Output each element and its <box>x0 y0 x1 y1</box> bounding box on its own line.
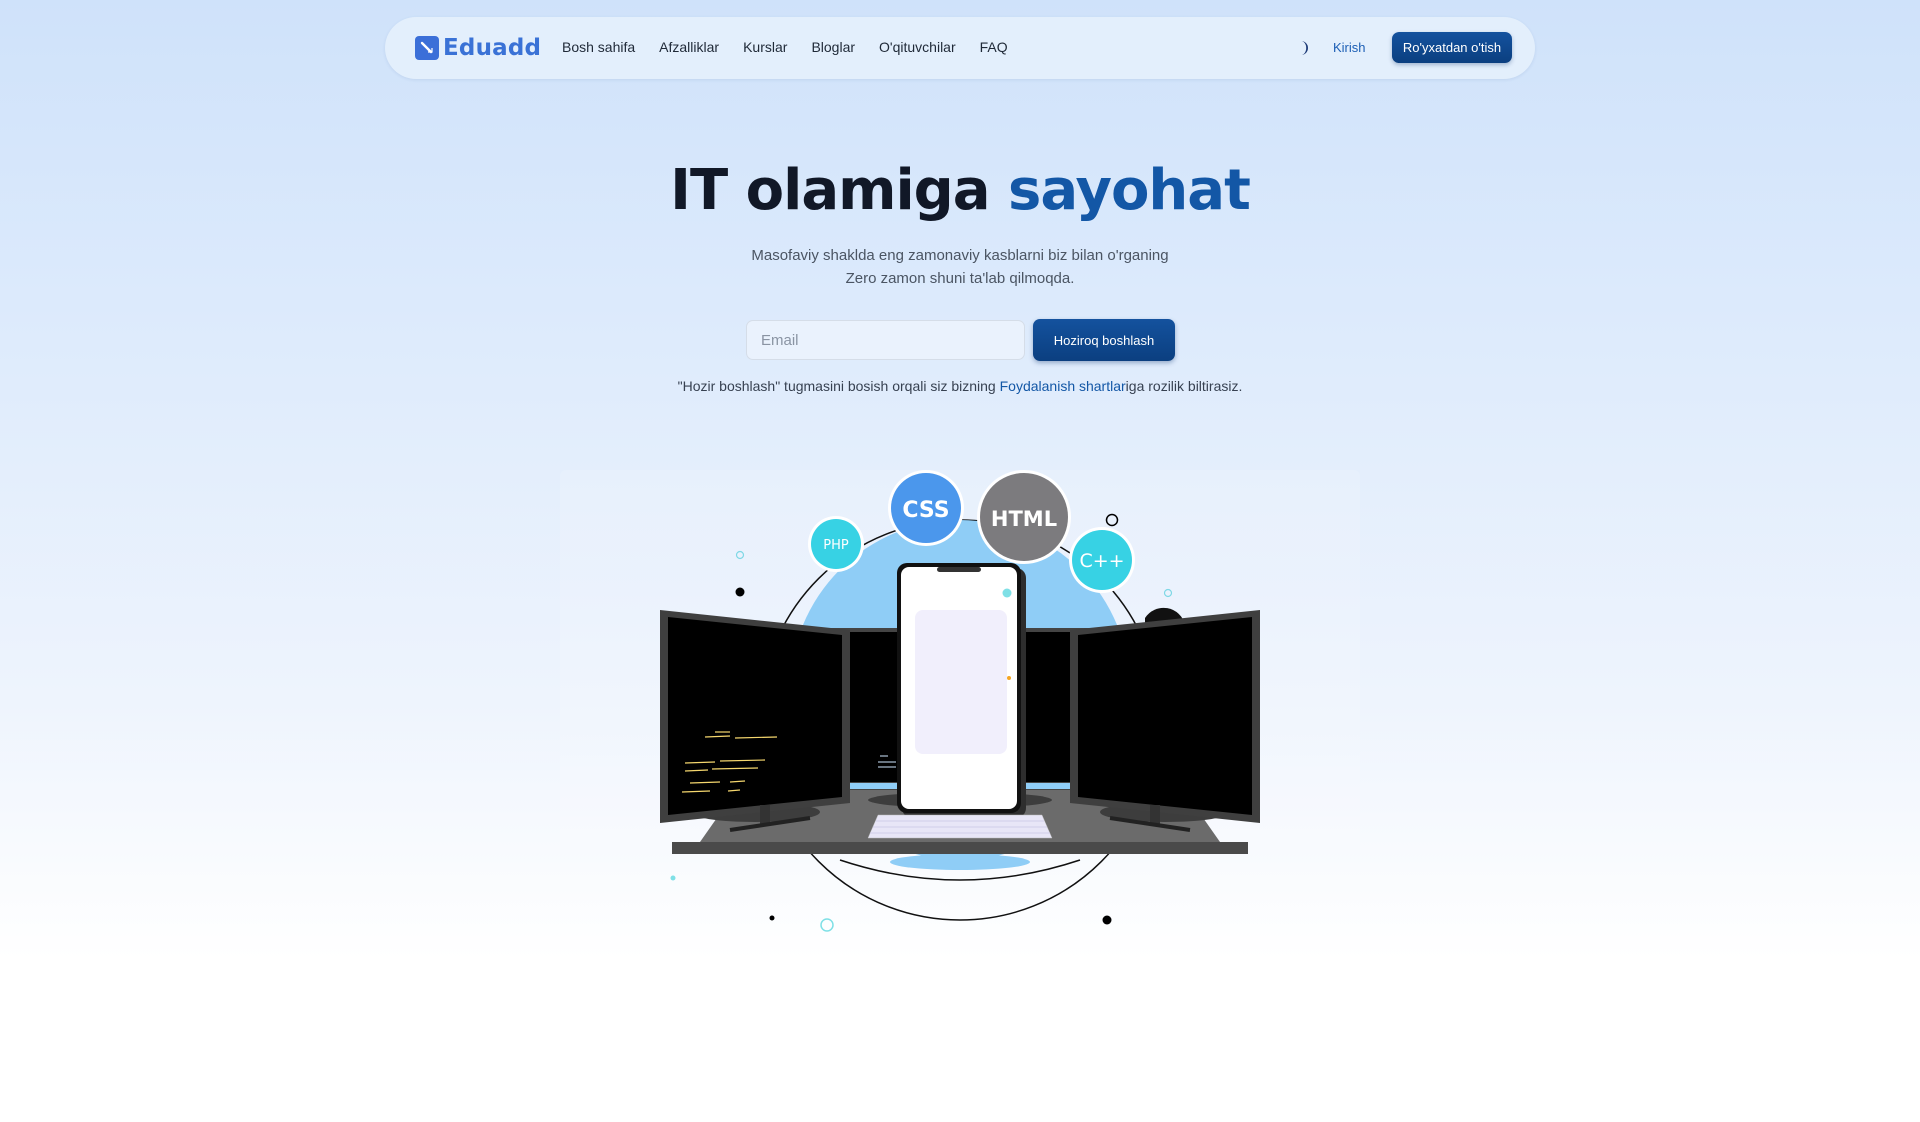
nav-link-blogs[interactable]: Bloglar <box>811 39 855 55</box>
moon-icon[interactable] <box>1293 38 1313 58</box>
hero-subtitle-line2: Zero zamon shuni ta'lab qilmoqda. <box>845 270 1075 287</box>
decor-dot <box>1105 513 1119 527</box>
phone-notch <box>937 567 981 572</box>
register-button[interactable]: Ro'yxatdan o'tish <box>1392 32 1512 63</box>
phone-dot <box>1007 676 1011 680</box>
hero-title-main: IT olamiga <box>670 158 1009 223</box>
logo-text: Eduadd <box>443 35 542 61</box>
html-bubble-label: HTML <box>991 507 1057 531</box>
decor-dot <box>1102 915 1112 925</box>
decor-dot <box>769 915 775 921</box>
desk-reflection <box>890 854 1030 870</box>
cpp-bubble-label: C++ <box>1079 550 1124 572</box>
hero-title: IT olamiga sayohat <box>0 158 1920 223</box>
nav-link-features[interactable]: Afzalliklar <box>659 39 719 55</box>
email-input[interactable] <box>746 320 1025 360</box>
keyboard <box>867 814 1053 839</box>
css-bubble: CSS <box>888 470 964 546</box>
php-bubble: PHP <box>808 516 864 572</box>
decor-dot <box>670 875 676 881</box>
php-bubble-label: PHP <box>823 538 849 553</box>
hero-subtitle: Masofaviy shaklda eng zamonaviy kasblarn… <box>0 244 1920 290</box>
right-monitor-stand <box>1150 805 1160 825</box>
cpp-bubble: C++ <box>1069 527 1135 593</box>
start-now-button[interactable]: Hoziroq boshlash <box>1033 319 1175 361</box>
css-bubble-label: CSS <box>902 498 949 523</box>
nav-links: Bosh sahifa Afzalliklar Kurslar Bloglar … <box>562 39 1032 55</box>
nav-link-faq[interactable]: FAQ <box>980 39 1008 55</box>
terms-text-after: iga rozilik biltirasiz. <box>1125 378 1243 394</box>
nav-link-home[interactable]: Bosh sahifa <box>562 39 635 55</box>
terms-notice: "Hozir boshlash" tugmasini bosish orqali… <box>0 378 1920 394</box>
right-monitor-screen <box>1078 617 1252 815</box>
left-monitor-stand <box>760 805 770 825</box>
hero-title-accent: sayohat <box>1008 158 1251 223</box>
phone-dot <box>1002 588 1012 598</box>
terms-text-before: "Hozir boshlash" tugmasini bosish orqali… <box>677 378 1000 394</box>
decor-dot <box>735 587 745 597</box>
logo-icon <box>415 36 439 60</box>
decor-dot <box>820 918 834 932</box>
decor-dot <box>735 550 745 560</box>
desk-edge <box>672 842 1248 854</box>
terms-link[interactable]: Foydalanish shartlar <box>1000 378 1126 394</box>
navbar: Eduadd Bosh sahifa Afzalliklar Kurslar B… <box>385 17 1535 79</box>
decor-dot <box>1163 588 1173 598</box>
hero-subtitle-line1: Masofaviy shaklda eng zamonaviy kasblarn… <box>751 247 1169 264</box>
nav-link-courses[interactable]: Kurslar <box>743 39 787 55</box>
html-bubble: HTML <box>977 470 1071 564</box>
login-link[interactable]: Kirish <box>1333 40 1366 55</box>
phone-card <box>915 610 1007 754</box>
nav-link-teachers[interactable]: O'qituvchilar <box>879 39 956 55</box>
left-monitor-screen <box>668 617 842 815</box>
hero-illustration: CSS HTML PHP C++ <box>660 470 1260 932</box>
logo[interactable]: Eduadd <box>415 35 541 61</box>
